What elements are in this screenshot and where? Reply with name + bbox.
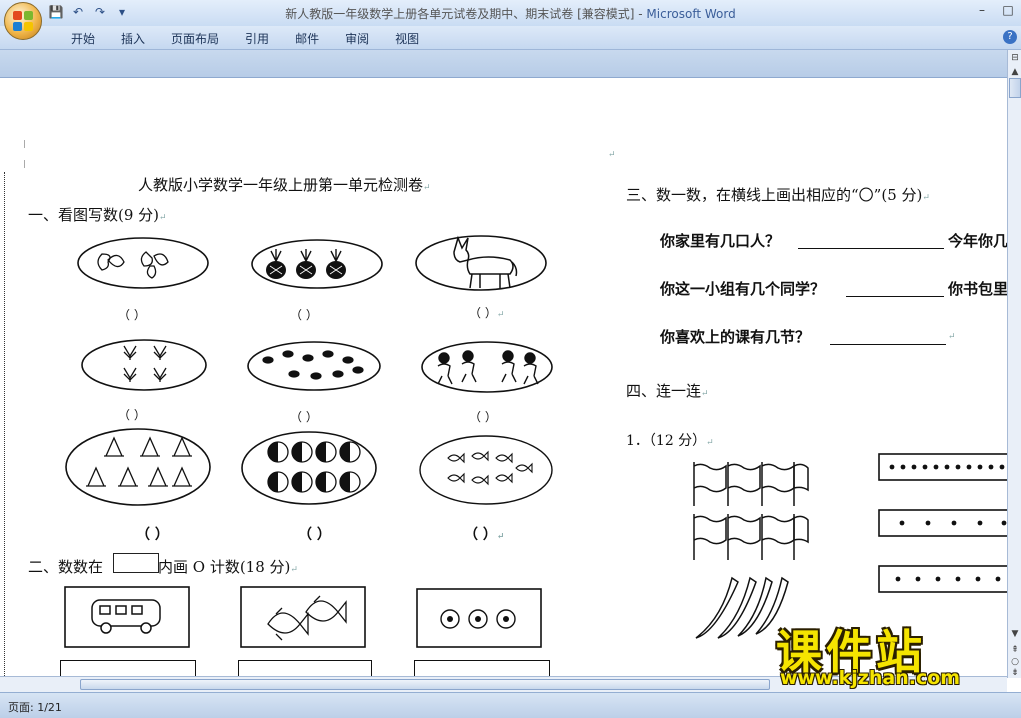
tab-page-layout[interactable]: 页面布局 xyxy=(158,31,232,47)
answer-box[interactable] xyxy=(238,660,372,676)
office-button[interactable] xyxy=(4,2,42,40)
minimize-icon[interactable]: – xyxy=(973,2,991,18)
vertical-scroll-thumb[interactable] xyxy=(1009,78,1021,98)
title-bar: 💾 ↶ ↷ ▾ 新人教版一年级数学上册各单元试卷及期中、期末试卷 [兼容模式] … xyxy=(0,0,1021,26)
tab-view[interactable]: 视图 xyxy=(382,31,432,47)
flags-picture xyxy=(693,462,809,560)
question-family: 你家里有几口人？ xyxy=(660,232,781,250)
window-controls: – □ xyxy=(973,2,1017,18)
section-1-text: 一、看图写数(9 分) xyxy=(28,206,160,224)
maximize-icon[interactable]: □ xyxy=(999,2,1017,18)
page-left-border xyxy=(4,172,5,676)
tab-mailings[interactable]: 邮件 xyxy=(282,31,332,47)
question-group: 你这一小组有几个同学？ xyxy=(660,280,826,298)
question-bag: 你书包里 xyxy=(948,280,1007,298)
answer-paren[interactable]: （ ） xyxy=(290,306,318,323)
margin-mark xyxy=(24,160,25,168)
margin-mark xyxy=(24,140,25,148)
paragraph-mark: ↵ xyxy=(706,438,714,448)
page-count[interactable]: 页面: 1/21 xyxy=(8,699,62,715)
section-4-text: 四、连一连 xyxy=(626,382,702,400)
status-bar: 页面: 1/21 xyxy=(0,692,1021,718)
paragraph-mark: ↵ xyxy=(423,183,431,193)
section-2-post-text: 内画 O 计数(18 分) xyxy=(158,558,291,576)
answer-paren[interactable]: （ ） xyxy=(290,408,318,425)
answer-line[interactable] xyxy=(798,248,944,249)
section-1-heading: 一、看图写数(9 分)↵ xyxy=(28,204,167,225)
page-title-text: 人教版小学数学一年级上册第一单元检测卷 xyxy=(138,176,424,194)
section-2-pre: 二、数数在 xyxy=(28,558,104,576)
watermark-url: www.kjzhan.com xyxy=(780,667,961,689)
oval-pineapples xyxy=(251,239,383,289)
section-3-text: 三、数一数，在横线上画出相应的“〇”(5 分) xyxy=(626,186,923,204)
tab-review[interactable]: 审阅 xyxy=(332,31,382,47)
ribbon-collapsed-strip xyxy=(0,50,1021,78)
paragraph-mark: ↵ xyxy=(496,532,505,542)
answer-paren[interactable]: （ ）↵ xyxy=(464,524,504,544)
answer-box[interactable] xyxy=(60,660,196,676)
dot-bar-10[interactable] xyxy=(878,452,1007,482)
paragraph-mark: ↵ xyxy=(948,332,956,342)
answer-paren[interactable]: （ ） xyxy=(118,406,146,423)
oval-hats xyxy=(65,428,211,506)
help-icon[interactable]: ? xyxy=(1003,30,1017,44)
answer-paren[interactable]: （ ）↵ xyxy=(469,304,504,321)
ruler-toggle-icon[interactable]: ⊟ xyxy=(1009,52,1021,64)
section-2-post: 内画 O 计数(18 分)↵ xyxy=(158,556,298,577)
ribbon: 开始 插入 页面布局 引用 邮件 审阅 视图 ? xyxy=(0,26,1021,50)
paragraph-mark: ↵ xyxy=(701,389,709,399)
document-page[interactable]: ↵ 人教版小学数学一年级上册第一单元检测卷↵ 一、看图写数(9 分)↵ （ ） … xyxy=(0,78,1007,676)
answer-paren[interactable]: （ ） xyxy=(469,408,497,425)
paragraph-mark: ↵ xyxy=(496,310,505,320)
tab-references[interactable]: 引用 xyxy=(232,31,282,47)
box-fish xyxy=(240,586,366,648)
answer-paren-text: （ ） xyxy=(464,527,497,543)
box-bus xyxy=(64,586,190,648)
section-3-heading: 三、数一数，在横线上画出相应的“〇”(5 分)↵ xyxy=(626,184,930,205)
box-flowers xyxy=(416,588,542,648)
oval-balls xyxy=(241,431,377,505)
scroll-up-icon[interactable]: ▲ xyxy=(1009,66,1021,78)
answer-line[interactable] xyxy=(846,296,944,297)
window-title-doc: 新人教版一年级数学上册各单元试卷及期中、期末试卷 [兼容模式] - xyxy=(285,7,647,21)
vertical-scrollbar[interactable]: ⊟ ▲ ▼ ⇞ ○ ⇟ xyxy=(1007,50,1021,678)
window-title: 新人教版一年级数学上册各单元试卷及期中、期末试卷 [兼容模式] - Micros… xyxy=(0,5,1021,22)
answer-paren[interactable]: （ ） xyxy=(118,306,146,323)
sub-question-1: 1．（12 分）↵ xyxy=(626,430,714,450)
answer-paren[interactable]: （ ） xyxy=(136,524,169,544)
oval-donkey xyxy=(415,235,547,291)
paragraph-mark: ↵ xyxy=(159,213,167,223)
paragraph-mark: ↵ xyxy=(290,565,298,575)
tab-home[interactable]: 开始 xyxy=(58,31,108,47)
answer-box[interactable] xyxy=(414,660,550,676)
answer-paren-text: （ ） xyxy=(469,306,497,320)
section-4-heading: 四、连一连↵ xyxy=(626,380,709,401)
window-title-app: Microsoft Word xyxy=(646,7,736,21)
oval-butterflies xyxy=(77,237,209,289)
ribbon-tabs: 开始 插入 页面布局 引用 邮件 审阅 视图 xyxy=(58,31,432,47)
dot-bar-7[interactable] xyxy=(878,564,1007,594)
office-logo-icon xyxy=(13,11,33,31)
paragraph-mark: ↵ xyxy=(608,150,616,160)
paragraph-mark: ↵ xyxy=(922,193,930,203)
oval-flowers xyxy=(81,339,207,391)
dot-bar-5[interactable] xyxy=(878,508,1007,538)
horizontal-scroll-thumb[interactable] xyxy=(80,679,770,690)
page-title: 人教版小学数学一年级上册第一单元检测卷↵ xyxy=(138,174,431,195)
answer-paren[interactable]: （ ） xyxy=(298,524,331,544)
question-classes: 你喜欢上的课有几节？ xyxy=(660,328,811,346)
inline-box xyxy=(113,553,159,573)
oval-fish xyxy=(419,435,553,505)
sub-question-1-text: 1．（12 分） xyxy=(626,433,707,449)
oval-children xyxy=(421,341,553,393)
question-age: 今年你几 xyxy=(948,232,1007,250)
answer-line[interactable] xyxy=(830,344,946,345)
tab-insert[interactable]: 插入 xyxy=(108,31,158,47)
oval-birds xyxy=(247,341,381,391)
site-watermark: 课件站 www.kjzhan.com xyxy=(768,612,1018,692)
